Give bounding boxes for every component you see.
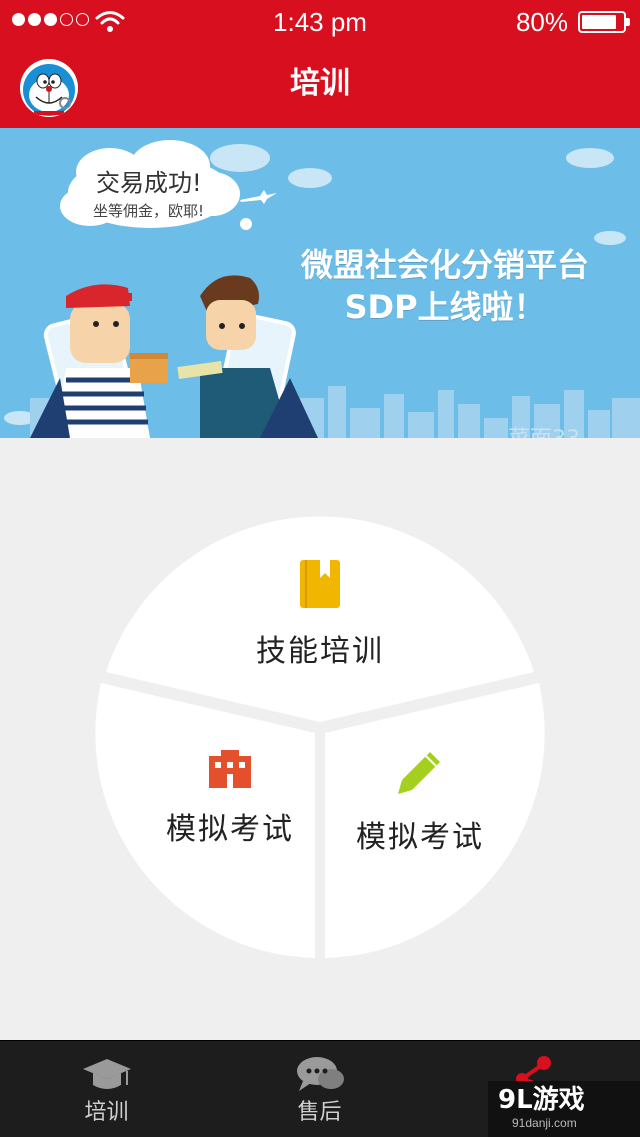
site-watermark: 9L游戏 91danji.com bbox=[488, 1081, 640, 1137]
menu-disc bbox=[95, 516, 545, 958]
chat-bubbles-icon bbox=[296, 1057, 344, 1091]
menu-skill-training-label: 技能培训 bbox=[256, 634, 384, 669]
watermark-main: 9L游戏 bbox=[498, 1085, 585, 1115]
building-icon bbox=[209, 750, 251, 788]
graduation-cap-icon bbox=[82, 1059, 131, 1089]
tab-after-sales[interactable]: 售后 bbox=[213, 1041, 426, 1137]
menu-mock-exam-right-label: 模拟考试 bbox=[356, 820, 484, 855]
banner-slogan-line2: SDP上线啦！ bbox=[344, 288, 546, 326]
status-bar: 1:43 pm 80% bbox=[0, 0, 640, 44]
promo-banner[interactable]: 菜面33 交易成功! 坐等佣金，欧耶! 微盟社会化分销平台 SDP上线啦！ bbox=[0, 128, 640, 438]
watermark-sub: 91danji.com bbox=[512, 1116, 577, 1130]
menu-mock-exam-right[interactable]: 模拟考试 bbox=[320, 748, 520, 868]
book-icon bbox=[300, 560, 340, 608]
pencil-icon bbox=[398, 752, 440, 794]
tab-after-sales-label: 售后 bbox=[297, 1100, 342, 1125]
page-title: 培训 bbox=[290, 66, 350, 101]
menu-skill-training[interactable]: 技能培训 bbox=[180, 558, 460, 678]
menu-mock-exam-left-label: 模拟考试 bbox=[166, 812, 294, 847]
menu-mock-exam-left[interactable]: 模拟考试 bbox=[130, 748, 330, 868]
battery-percent: 80% bbox=[515, 7, 568, 37]
banner-slogan-line1: 微盟社会化分销平台 bbox=[300, 246, 589, 284]
tab-training[interactable]: 培训 bbox=[0, 1041, 213, 1137]
battery-icon bbox=[578, 11, 630, 33]
bubble-subtitle: 坐等佣金，欧耶! bbox=[93, 202, 205, 220]
tab-bar: 培训 售后 9L游戏 91danji.com bbox=[0, 1040, 640, 1137]
top-bar: 1:43 pm 80% 培训 bbox=[0, 0, 640, 128]
tab-training-label: 培训 bbox=[84, 1100, 129, 1125]
main-content: 技能培训 模拟考试 模拟考试 bbox=[0, 438, 640, 1040]
bubble-title: 交易成功! bbox=[96, 169, 202, 197]
svg-text:菜面33: 菜面33 bbox=[508, 427, 580, 438]
